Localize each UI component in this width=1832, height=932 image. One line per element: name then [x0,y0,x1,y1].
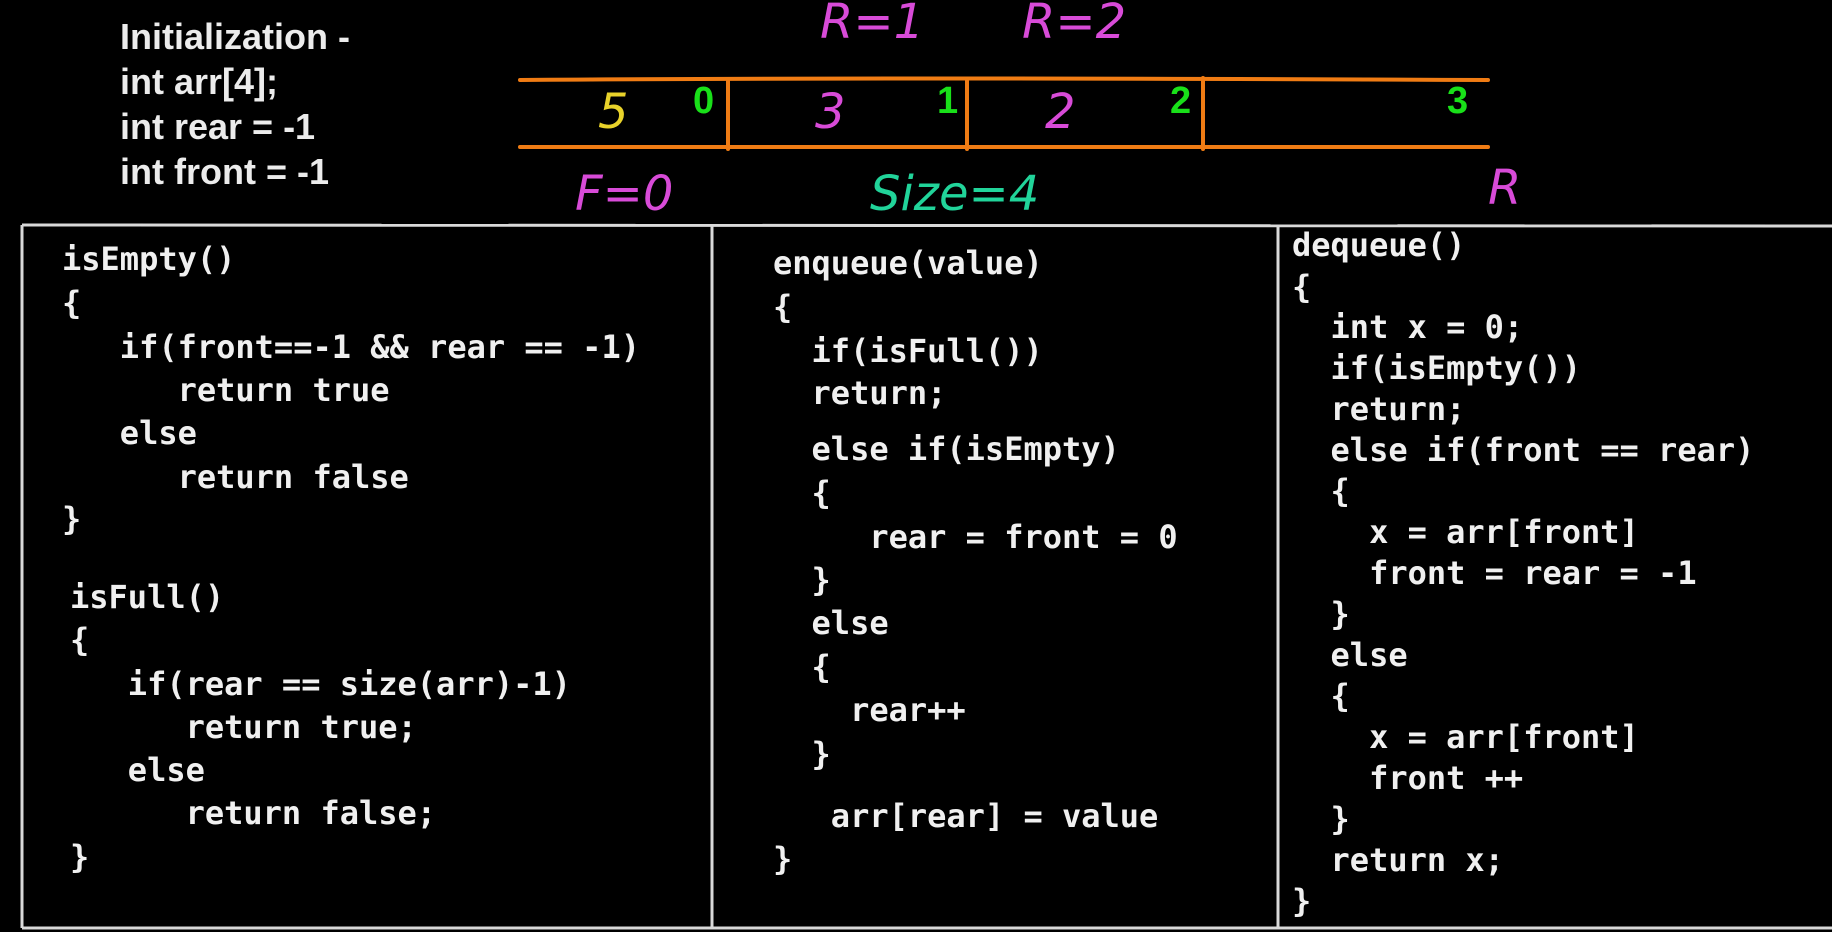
code-line: { [773,648,831,686]
code-line: else [1292,636,1408,674]
code-line: rear = front = 0 [773,518,1178,556]
code-line: front = rear = -1 [1292,554,1697,592]
annotation-r2: R=2 [1022,0,1127,50]
queue-array [518,76,1490,151]
code-line: } [773,735,831,773]
annotation-r1: R=1 [820,0,925,50]
code-line: int x = 0; [1292,308,1524,346]
enqueue-function: enqueue(value) { if(isFull()) return; el… [773,0,1178,875]
code-line: else [773,604,889,642]
code-line: { [62,284,82,322]
is-full-function: isFull() { if(rear == size(arr)-1) retur… [70,0,571,873]
array-cell-0: 5 [598,84,629,140]
annotation-f0: F=0 [575,166,674,222]
code-line: { [70,621,90,659]
code-line: else [70,751,205,789]
code-line: return x; [1292,841,1504,879]
code-line: } [1292,800,1350,838]
code-line: } [1292,882,1312,920]
code-line: return false [62,458,409,496]
code-line: front ++ [1292,759,1524,797]
code-line: x = arr[front] [1292,718,1639,756]
code-line: { [773,288,793,326]
code-line: rear++ [773,691,966,729]
code-line: } [773,561,831,599]
panels-top-line [21,223,1832,228]
code-line: return true [62,371,390,409]
code-line: if(front==-1 && rear == -1) [62,328,640,366]
code-line: { [773,474,831,512]
annotation-rear-end: R [1488,160,1522,216]
code-line: x = arr[front] [1292,513,1639,551]
code-line: if(isEmpty()) [1292,349,1581,387]
code-line: enqueue(value) [773,244,1043,282]
code-line: return; [773,374,947,412]
array-index-2: 2 [1170,80,1192,122]
dequeue-function: dequeue() { int x = 0; if(isEmpty()) ret… [1292,0,1754,917]
code-line: { [1292,677,1350,715]
array-cell-1: 3 [815,84,846,140]
code-line: return; [1292,390,1466,428]
code-line: { [1292,472,1350,510]
array-top-line [518,76,1490,82]
code-line: return true; [70,708,417,746]
array-index-1: 1 [937,80,959,122]
code-line: dequeue() [1292,226,1466,264]
code-line: isFull() [70,578,225,616]
annotation-size: Size=4 [870,166,1040,222]
array-index-0: 0 [693,80,715,122]
code-line: } [70,838,90,876]
code-line: else if(isEmpty) [773,430,1120,468]
code-line: if(rear == size(arr)-1) [70,665,571,703]
code-line: } [1292,595,1350,633]
code-line: else [62,414,197,452]
code-line: } [62,500,82,538]
code-line: return false; [70,794,437,832]
code-line: if(isFull()) [773,332,1043,370]
array-bottom-line [518,144,1490,149]
array-index-3: 3 [1447,80,1469,122]
code-line: } [773,840,793,878]
code-line: { [1292,268,1312,306]
code-line: else if(front == rear) [1292,431,1755,469]
array-cell-2: 2 [1045,84,1076,140]
code-line: arr[rear] = value [773,797,1159,835]
